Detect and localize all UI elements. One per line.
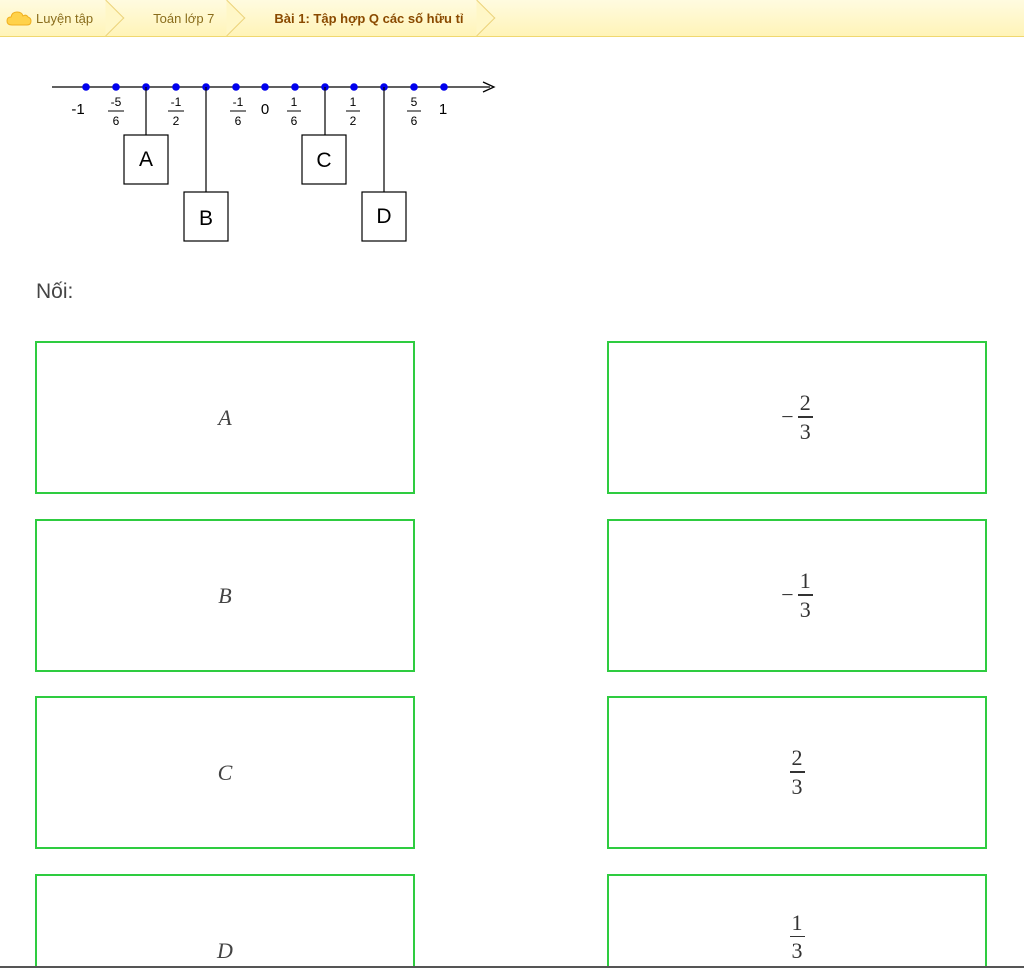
fraction-sign: − <box>781 404 794 430</box>
right-card-1[interactable]: − 2 3 <box>607 341 987 494</box>
fraction: 1 3 <box>789 910 805 964</box>
tick-den: 6 <box>411 114 418 128</box>
point <box>350 83 358 91</box>
tick-label-frac: -1 6 <box>230 95 246 128</box>
fraction-sign: − <box>781 582 794 608</box>
breadcrumb-separator <box>226 0 254 36</box>
fraction-numerator: 2 <box>799 390 811 416</box>
fraction: − 1 3 <box>781 568 813 622</box>
tick-label-frac: 1 6 <box>287 95 301 128</box>
card-letter: D <box>217 938 233 963</box>
fraction-denominator: 3 <box>791 938 803 964</box>
breadcrumb: Luyện tập Toán lớp 7 Bài 1: Tập hợp Q cá… <box>0 0 1024 37</box>
point <box>172 83 180 91</box>
box-label: A <box>139 148 153 171</box>
breadcrumb-item-practice[interactable]: Luyện tập <box>0 0 119 36</box>
fraction: − 2 3 <box>781 390 813 444</box>
tick-label-frac: -5 6 <box>108 95 124 128</box>
tick-label-frac: 5 6 <box>407 95 421 128</box>
point <box>440 83 448 91</box>
tick-den: 2 <box>350 114 357 128</box>
fraction-numerator: 1 <box>799 568 811 594</box>
tick-label: -1 <box>71 101 84 118</box>
box-label: D <box>376 205 391 228</box>
point <box>261 83 269 91</box>
left-card-a[interactable]: A <box>35 341 415 494</box>
fraction-numerator: 1 <box>791 910 803 935</box>
breadcrumb-label: Luyện tập <box>36 10 94 26</box>
fraction-numerator: 2 <box>791 745 803 771</box>
tick-label: 1 <box>439 101 447 118</box>
fraction-denominator: 3 <box>799 596 811 622</box>
right-card-4[interactable]: 1 3 <box>607 874 987 966</box>
point <box>291 83 299 91</box>
tick-num: 1 <box>291 95 298 109</box>
fraction-denominator: 3 <box>799 418 811 444</box>
tick-den: 6 <box>113 114 120 128</box>
tick-label-frac: 1 2 <box>346 95 360 128</box>
tick-num: 5 <box>411 95 418 109</box>
breadcrumb-item-grade7[interactable]: Toán lớp 7 <box>119 0 240 36</box>
cloud-icon <box>6 9 32 27</box>
tick-num: -5 <box>111 95 122 109</box>
card-letter: C <box>217 759 233 785</box>
match-prompt: Nối: <box>36 280 74 303</box>
breadcrumb-label: Bài 1: Tập hợp Q các số hữu tỉ <box>274 10 464 26</box>
left-card-d[interactable]: D <box>35 874 415 966</box>
box-label: C <box>316 149 331 172</box>
right-card-3[interactable]: 2 3 <box>607 696 987 849</box>
number-line-diagram: -1 -5 6 -1 2 -1 6 0 1 6 1 2 5 6 1 A B C … <box>40 68 510 248</box>
box-label: B <box>199 207 213 230</box>
point <box>232 83 240 91</box>
fraction-denominator: 3 <box>791 773 803 799</box>
breadcrumb-separator <box>105 0 133 36</box>
tick-num: -1 <box>171 95 182 109</box>
breadcrumb-item-lesson[interactable]: Bài 1: Tập hợp Q các số hữu tỉ <box>240 0 489 36</box>
left-card-c[interactable]: C <box>35 696 415 849</box>
fraction: 2 3 <box>789 745 805 799</box>
tick-den: 6 <box>235 114 242 128</box>
card-letter: B <box>218 582 232 608</box>
tick-den: 2 <box>173 114 180 128</box>
point <box>82 83 90 91</box>
breadcrumb-label: Toán lớp 7 <box>153 10 215 26</box>
left-card-b[interactable]: B <box>35 519 415 672</box>
card-letter: A <box>218 404 232 430</box>
breadcrumb-separator <box>476 0 504 36</box>
tick-num: -1 <box>233 95 244 109</box>
tick-num: 1 <box>350 95 357 109</box>
right-card-2[interactable]: − 1 3 <box>607 519 987 672</box>
tick-den: 6 <box>291 114 298 128</box>
point <box>112 83 120 91</box>
tick-label-frac: -1 2 <box>168 95 184 128</box>
tick-label: 0 <box>261 101 269 118</box>
point <box>410 83 418 91</box>
number-line-svg: -1 -5 6 -1 2 -1 6 0 1 6 1 2 5 6 1 A B C … <box>52 81 496 242</box>
